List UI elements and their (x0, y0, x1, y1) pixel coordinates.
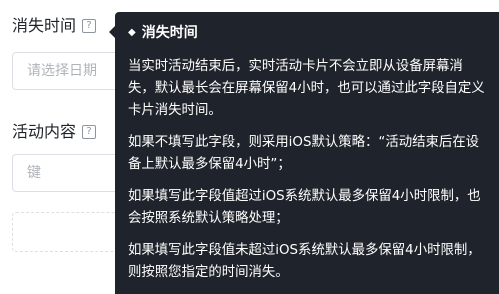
activity-content-label: 活动内容 ? (12, 122, 97, 142)
tooltip-paragraph: 如果填写此字段值未超过iOS系统默认最多保留4小时限制，则按照您指定的时间消失。 (128, 243, 481, 280)
activity-content-label-text: 活动内容 (12, 122, 77, 141)
question-help-icon[interactable]: ? (82, 19, 97, 33)
tooltip-paragraph: 当实时活动结束后，实时活动卡片不会立即从设备屏幕消失，默认最长会在屏幕保留4小时… (128, 59, 485, 118)
help-tooltip: ◆ 消失时间 当实时活动结束后，实时活动卡片不会立即从设备屏幕消失，默认最长会在… (109, 12, 499, 294)
tooltip-title: ◆ 消失时间 (128, 24, 485, 42)
tooltip-paragraph: 如果填写此字段值超过iOS系统默认最多保留4小时限制，也会按照系统默认策略处理； (128, 189, 481, 226)
tooltip-paragraph: 如果不填写此字段，则采用iOS默认策略：“活动结束后在设备上默认最多保留4小时”… (128, 135, 480, 172)
expire-time-label-text: 消失时间 (12, 16, 77, 35)
key-input-placeholder: 键 (27, 165, 41, 181)
date-picker-placeholder: 请选择日期 (27, 63, 97, 79)
tooltip-title-text: 消失时间 (141, 25, 198, 41)
expire-time-label: 消失时间 ? (12, 16, 97, 36)
question-help-icon[interactable]: ? (82, 125, 97, 139)
diamond-icon: ◆ (128, 27, 136, 38)
